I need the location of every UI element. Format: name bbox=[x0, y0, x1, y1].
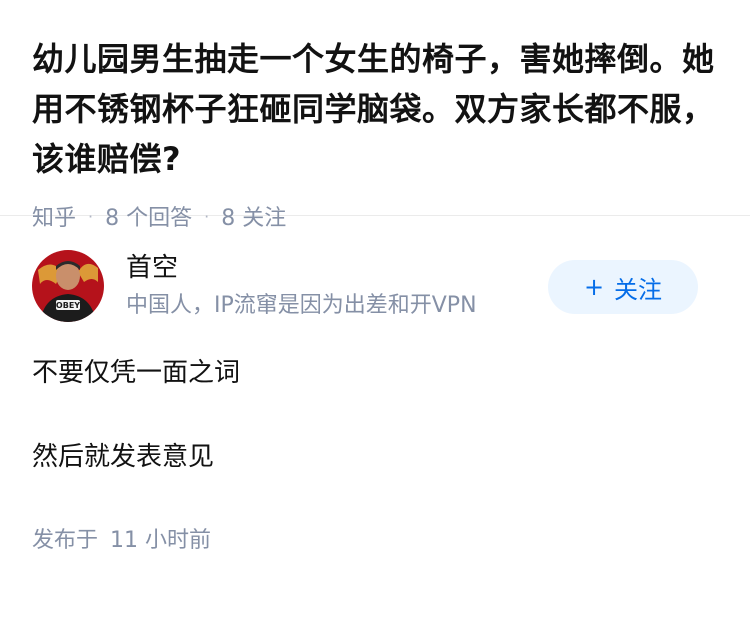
answer-paragraph: 然后就发表意见 bbox=[32, 442, 215, 472]
avatar-shirt-text: OBEY bbox=[56, 301, 80, 310]
avatar[interactable]: OBEY bbox=[32, 250, 104, 322]
time-value: 11 小时前 bbox=[110, 528, 212, 553]
follow-label: 关注 bbox=[614, 275, 663, 304]
time-prefix: 发布于 bbox=[32, 528, 99, 553]
follow-button[interactable]: + 关注 bbox=[548, 260, 698, 314]
answer-card: OBEY 首空 中国人，IP流窜是因为出差和开VPN + 关注 不要仅凭一面之词… bbox=[0, 216, 750, 554]
plus-icon: + bbox=[583, 273, 605, 301]
answer-content[interactable]: 不要仅凭一面之词 然后就发表意见 bbox=[32, 354, 718, 476]
answer-time: 发布于 11 小时前 bbox=[32, 522, 718, 554]
avatar-person-icon: OBEY bbox=[32, 250, 104, 322]
answer-paragraph: 不要仅凭一面之词 bbox=[32, 358, 241, 388]
question-header: 幼儿园男生抽走一个女生的椅子，害她摔倒。她用不锈钢杯子狂砸同学脑袋。双方家长都不… bbox=[0, 0, 750, 231]
question-title[interactable]: 幼儿园男生抽走一个女生的椅子，害她摔倒。她用不锈钢杯子狂砸同学脑袋。双方家长都不… bbox=[32, 34, 718, 184]
